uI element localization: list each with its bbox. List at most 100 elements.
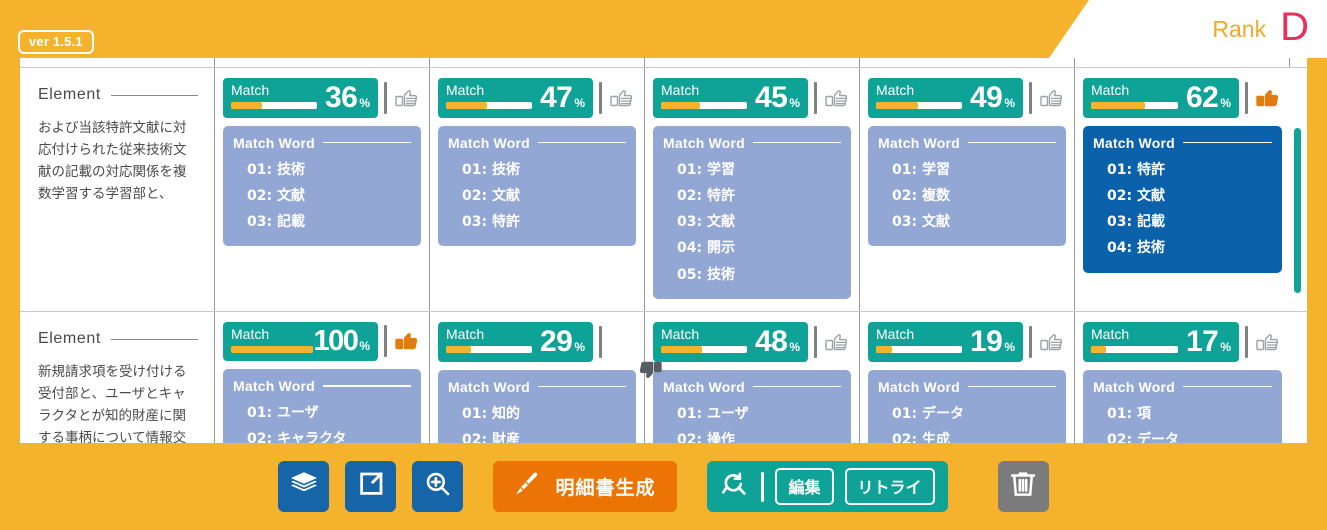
match-percent-value: 49 [969, 81, 1003, 114]
match-word-box[interactable]: Match Word 01: 技術 02: 文献 03: 特許 [438, 125, 636, 247]
table-row: Element および当該特許文献に対応付けられた従来技術文献の記載の対応関係を複… [20, 68, 1307, 313]
match-word-item: 01: ユーザ [677, 405, 749, 422]
match-progress-track [661, 102, 748, 109]
element-text: および当該特許文献に対応付けられた従来技術文献の記載の対応関係を複数学習する学習… [38, 120, 187, 202]
edit-button[interactable]: 編集 [775, 468, 834, 505]
match-word-item: 01: 技術 [247, 161, 305, 178]
match-cell[interactable]: Match 45% Match Word 01: 学習 02: 特許 03: 文献 04: … [645, 68, 860, 312]
match-label: Match [661, 326, 700, 343]
match-word-box[interactable]: Match Word01: ユーザ02: キャラクタ03: 知的 [223, 368, 421, 443]
layers-button[interactable] [278, 461, 330, 512]
match-word-item: 03: 記載 [247, 214, 305, 231]
match-score-row: Match 100% [223, 322, 421, 361]
match-progress-fill [1091, 102, 1145, 109]
percent-symbol: % [359, 338, 370, 353]
match-cell[interactable]: Match29%Match Word01: 知的02: 財産03: 可能 [430, 312, 662, 443]
match-progress-track [446, 102, 533, 109]
match-label: Match [1091, 326, 1130, 343]
match-word-title: Match Word [878, 134, 960, 151]
generate-specification-label: 明細書生成 [555, 477, 656, 499]
match-cell[interactable]: Match17%Match Word01: 項02: データ03: 生成 [1075, 312, 1290, 443]
thumbs-up-icon[interactable] [1038, 328, 1066, 356]
match-word-item: 01: 学習 [677, 161, 735, 178]
match-score-row: Match 36% [223, 78, 421, 118]
thumbs-up-icon[interactable] [1254, 328, 1282, 356]
match-cell-partial [1075, 58, 1290, 67]
match-word-item: 04: 開示 [677, 240, 735, 257]
zoom-in-button[interactable] [412, 461, 464, 512]
match-word-header: Match Word [233, 135, 411, 151]
external-link-icon [356, 469, 386, 504]
match-word-header: Match Word [878, 379, 1056, 395]
match-progress-fill [231, 102, 263, 109]
match-word-item: 02: 文献 [462, 187, 520, 204]
match-cell-partial [430, 58, 645, 67]
vertical-scrollbar[interactable] [1294, 128, 1301, 293]
match-word-title: Match Word [663, 378, 745, 395]
match-cell[interactable]: Match 47% Match Word 01: 技術 02: 文献 03: 特許 [430, 68, 645, 312]
match-progress-fill [446, 346, 471, 354]
match-score-bar: Match 19% [868, 322, 1023, 362]
results-table: Element および当該特許文献に対応付けられた従来技術文献の記載の対応関係を複… [20, 58, 1307, 443]
generate-specification-button[interactable]: 明細書生成 [493, 461, 678, 512]
rank-value: D [1280, 5, 1309, 49]
match-cell[interactable]: Match 62% Match Word 01: 特許 02: 文献 03: 記載 04: … [1075, 68, 1290, 311]
results-panel: Element および当該特許文献に対応付けられた従来技術文献の記載の対応関係を複… [20, 58, 1307, 443]
match-word-item: 02: データ [1107, 431, 1179, 443]
element-header: Element [38, 330, 198, 348]
thumbs-up-icon[interactable] [608, 84, 636, 112]
match-cell[interactable]: Match19% Match Word01: データ02: 生成03: 表示 [860, 312, 1075, 443]
match-score-row: Match 48% [653, 322, 851, 362]
match-progress-track [1091, 346, 1178, 354]
match-word-box[interactable]: Match Word 01: 技術 02: 文献 03: 記載 [223, 125, 421, 247]
thumbs-down-icon[interactable] [608, 328, 662, 378]
export-button[interactable] [345, 461, 397, 512]
match-word-title: Match Word [448, 134, 530, 151]
match-progress-fill [231, 346, 314, 354]
delete-button[interactable] [997, 461, 1049, 512]
thumbs-up-icon[interactable] [1254, 84, 1282, 112]
match-word-header: Match Word [663, 379, 841, 395]
match-percent-value: 47 [539, 81, 573, 114]
match-word-box[interactable]: Match Word01: 項02: データ03: 生成 [1083, 369, 1282, 443]
match-score-bar: Match 29% [438, 322, 593, 362]
match-score-row: Match 47% [438, 78, 636, 118]
match-progress-track [876, 102, 963, 109]
match-score-row: Match 45% [653, 78, 851, 118]
match-progress-fill [876, 346, 893, 354]
match-cell[interactable]: Match48%Match Word01: ユーザ02: 操作03: 可能 [645, 312, 860, 443]
match-score-bar: Match 48% [653, 322, 808, 362]
match-word-box[interactable]: Match Word 01: 学習 02: 複数 03: 文献 [868, 125, 1066, 247]
match-cell[interactable]: Match 49% Match Word 01: 学習 02: 複数 03: 文献 [860, 68, 1075, 312]
match-word-item: 01: 項 [1107, 405, 1151, 422]
match-percent-value: 48 [754, 325, 788, 359]
match-word-item: 01: ユーザ [247, 404, 319, 421]
percent-symbol: % [574, 95, 585, 110]
percent-symbol: % [789, 339, 800, 354]
match-percent-value: 29 [539, 325, 573, 359]
match-word-title: Match Word [663, 134, 745, 151]
match-score-bar: Match 47% [438, 78, 593, 118]
thumbs-up-icon[interactable] [823, 84, 851, 112]
match-label: Match [231, 82, 270, 98]
match-label: Match [876, 82, 915, 98]
match-word-box[interactable]: Match Word 01: 学習 02: 特許 03: 文献 04: 開示 05: 技術 [653, 125, 851, 300]
match-cell[interactable]: Match100% Match Word01: ユーザ02: キャラクタ03: 知… [215, 312, 430, 443]
match-word-box[interactable]: Match Word01: 知的02: 財産03: 可能 [438, 369, 636, 443]
thumbs-up-icon[interactable] [393, 84, 421, 112]
match-word-box[interactable]: Match Word 01: 特許 02: 文献 03: 記載 04: 技術 [1083, 125, 1282, 273]
thumbs-up-icon[interactable] [823, 328, 851, 356]
cell-divider [1029, 325, 1032, 358]
match-word-box[interactable]: Match Word01: ユーザ02: 操作03: 可能 [653, 369, 851, 443]
match-word-item: 02: 操作 [677, 431, 735, 443]
match-cell[interactable]: Match 36% Match Word 01: 技術 02: 文献 03: 記載 [215, 68, 430, 312]
rank-badge-shape [1049, 0, 1327, 58]
match-progress-track [231, 102, 318, 109]
match-label: Match [446, 326, 485, 343]
match-word-box[interactable]: Match Word01: データ02: 生成03: 表示 [868, 369, 1066, 443]
retry-button[interactable]: リトライ [844, 468, 935, 505]
thumbs-up-icon[interactable] [1038, 84, 1066, 112]
refresh-search-icon[interactable] [720, 469, 750, 504]
thumbs-up-icon[interactable] [393, 327, 421, 355]
cell-divider [1245, 81, 1248, 114]
